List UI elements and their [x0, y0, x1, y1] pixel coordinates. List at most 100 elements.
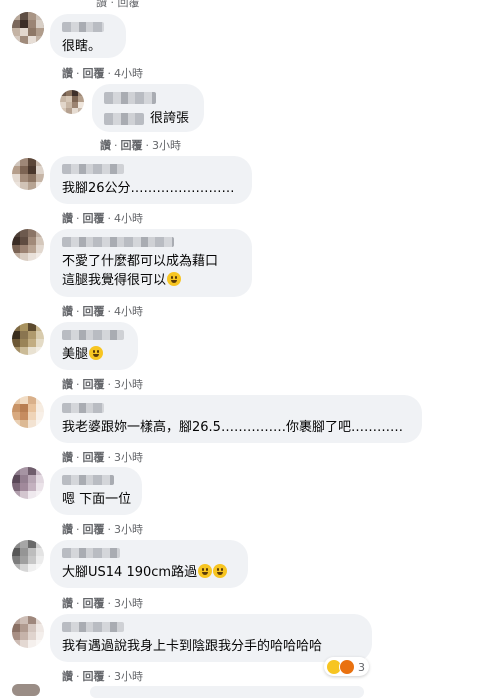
timestamp[interactable]: 3小時 — [114, 523, 143, 536]
commenter-name-blurred[interactable] — [62, 237, 174, 247]
avatar[interactable] — [60, 90, 84, 114]
reply-link[interactable]: 回覆 — [83, 67, 105, 80]
angry-reaction-icon — [339, 659, 355, 675]
comment-bubble: 我有遇過說我身上卡到陰跟我分手的哈哈哈哈 — [50, 614, 372, 662]
separator: · — [76, 670, 80, 683]
separator: · — [76, 378, 80, 391]
comment-text: 我有遇過說我身上卡到陰跟我分手的哈哈哈哈 — [62, 639, 323, 654]
like-link[interactable]: 讀 — [96, 0, 107, 9]
reply-link[interactable]: 回覆 — [83, 305, 105, 318]
comment-text: 美腿 — [62, 347, 89, 362]
like-link[interactable]: 讚 — [62, 523, 73, 536]
like-link[interactable]: 讚 — [100, 139, 111, 152]
timestamp[interactable]: 4小時 — [114, 305, 143, 318]
reaction-summary[interactable]: 3 — [324, 657, 369, 676]
comment-text-line2: 這腿我覺得很可以 — [62, 273, 167, 288]
comment-meta: 讚 · 回覆 · 3小時 — [62, 376, 143, 392]
reply-link[interactable]: 回覆 — [83, 378, 105, 391]
timestamp[interactable]: 3小時 — [114, 451, 143, 464]
separator: · — [114, 139, 118, 152]
avatar[interactable] — [12, 158, 44, 190]
comment-text: 我腳26公分…………………… — [62, 181, 235, 196]
separator: · — [107, 597, 112, 610]
reply-bubble-partial — [90, 686, 364, 698]
separator: · — [107, 670, 112, 683]
laughing-emoji-icon — [198, 564, 213, 578]
comment-meta: 讚 · 回覆 · 3小時 — [62, 668, 143, 684]
like-link[interactable]: 讚 — [62, 305, 73, 318]
timestamp[interactable]: 4小時 — [114, 212, 143, 225]
comment-meta: 讚 · 回覆 · 3小時 — [100, 137, 181, 153]
avatar[interactable] — [12, 12, 44, 44]
separator: · — [145, 139, 150, 152]
commenter-name-blurred[interactable] — [62, 22, 104, 32]
smirk-emoji-icon — [167, 272, 182, 286]
reply-bubble: 很誇張 — [92, 84, 204, 132]
avatar[interactable] — [12, 323, 44, 355]
reply-link[interactable]: 回覆 — [83, 451, 105, 464]
separator: · — [107, 451, 112, 464]
separator: · — [76, 523, 80, 536]
reply-link[interactable]: 回覆 — [83, 670, 105, 683]
like-link[interactable]: 讚 — [62, 670, 73, 683]
commenter-name-blurred[interactable] — [104, 92, 156, 104]
like-link[interactable]: 讚 — [62, 451, 73, 464]
timestamp[interactable]: 3小時 — [152, 139, 181, 152]
timestamp[interactable]: 4小時 — [114, 67, 143, 80]
reply-link[interactable]: 回覆 — [83, 523, 105, 536]
separator: · — [110, 0, 115, 9]
comment-text: 大腳US14 190cm路過 — [62, 565, 198, 580]
comment-bubble: 不愛了什麼都可以成為藉口 這腿我覺得很可以 — [50, 229, 252, 297]
comment-bubble: 嗯 下面一位 — [50, 467, 142, 515]
separator: · — [76, 305, 80, 318]
separator: · — [76, 67, 80, 80]
timestamp[interactable]: 3小時 — [114, 670, 143, 683]
avatar-partial[interactable] — [12, 684, 40, 696]
comment-meta: 讚 · 回覆 · 4小時 — [62, 65, 143, 81]
comment-bubble: 美腿 — [50, 322, 138, 370]
grinning-emoji-icon — [89, 346, 104, 360]
comment-bubble: 大腳US14 190cm路過 — [50, 540, 248, 588]
comment-text-line1: 不愛了什麼都可以成為藉口 — [62, 254, 219, 269]
comment-meta: 讚 · 回覆 · 4小時 — [62, 303, 143, 319]
separator: · — [107, 305, 112, 318]
commenter-name-blurred[interactable] — [62, 548, 120, 558]
commenter-name-blurred[interactable] — [62, 475, 114, 485]
like-link[interactable]: 讚 — [62, 378, 73, 391]
separator: · — [107, 523, 112, 536]
avatar[interactable] — [12, 616, 44, 648]
reply-link[interactable]: 回覆 — [83, 597, 105, 610]
comment-meta: 讚 · 回覆 · 3小時 — [62, 521, 143, 537]
comment-meta: 讚 · 回覆 · 3小時 — [62, 595, 143, 611]
reaction-count: 3 — [358, 660, 365, 674]
separator: · — [76, 212, 80, 225]
separator: · — [76, 597, 80, 610]
like-link[interactable]: 讚 — [62, 597, 73, 610]
comment-meta: 讚 · 回覆 · 4小時 — [62, 210, 143, 226]
separator: · — [107, 67, 112, 80]
reply-link[interactable]: 回覆 — [83, 212, 105, 225]
avatar[interactable] — [12, 467, 44, 499]
comment-meta-top: 讀 · 回覆 — [96, 0, 140, 10]
avatar[interactable] — [12, 540, 44, 572]
laughing-emoji-icon — [213, 564, 228, 578]
commenter-name-blurred[interactable] — [62, 403, 104, 413]
comment-text: 很瞎。 — [62, 39, 102, 54]
reply-link[interactable]: 回覆 — [118, 0, 140, 9]
reply-link[interactable]: 回覆 — [121, 139, 143, 152]
avatar[interactable] — [12, 229, 44, 261]
separator: · — [107, 212, 112, 225]
comment-bubble: 很瞎。 — [50, 14, 126, 58]
avatar[interactable] — [12, 396, 44, 428]
comment-text: 很誇張 — [150, 111, 190, 126]
commenter-name-blurred[interactable] — [62, 330, 124, 340]
separator: · — [76, 451, 80, 464]
timestamp[interactable]: 3小時 — [114, 597, 143, 610]
like-link[interactable]: 讚 — [62, 212, 73, 225]
commenter-name-blurred[interactable] — [62, 164, 124, 174]
comment-text: 嗯 下面一位 — [62, 492, 132, 507]
commenter-name-blurred[interactable] — [62, 622, 124, 632]
timestamp[interactable]: 3小時 — [114, 378, 143, 391]
like-link[interactable]: 讚 — [62, 67, 73, 80]
separator: · — [107, 378, 112, 391]
